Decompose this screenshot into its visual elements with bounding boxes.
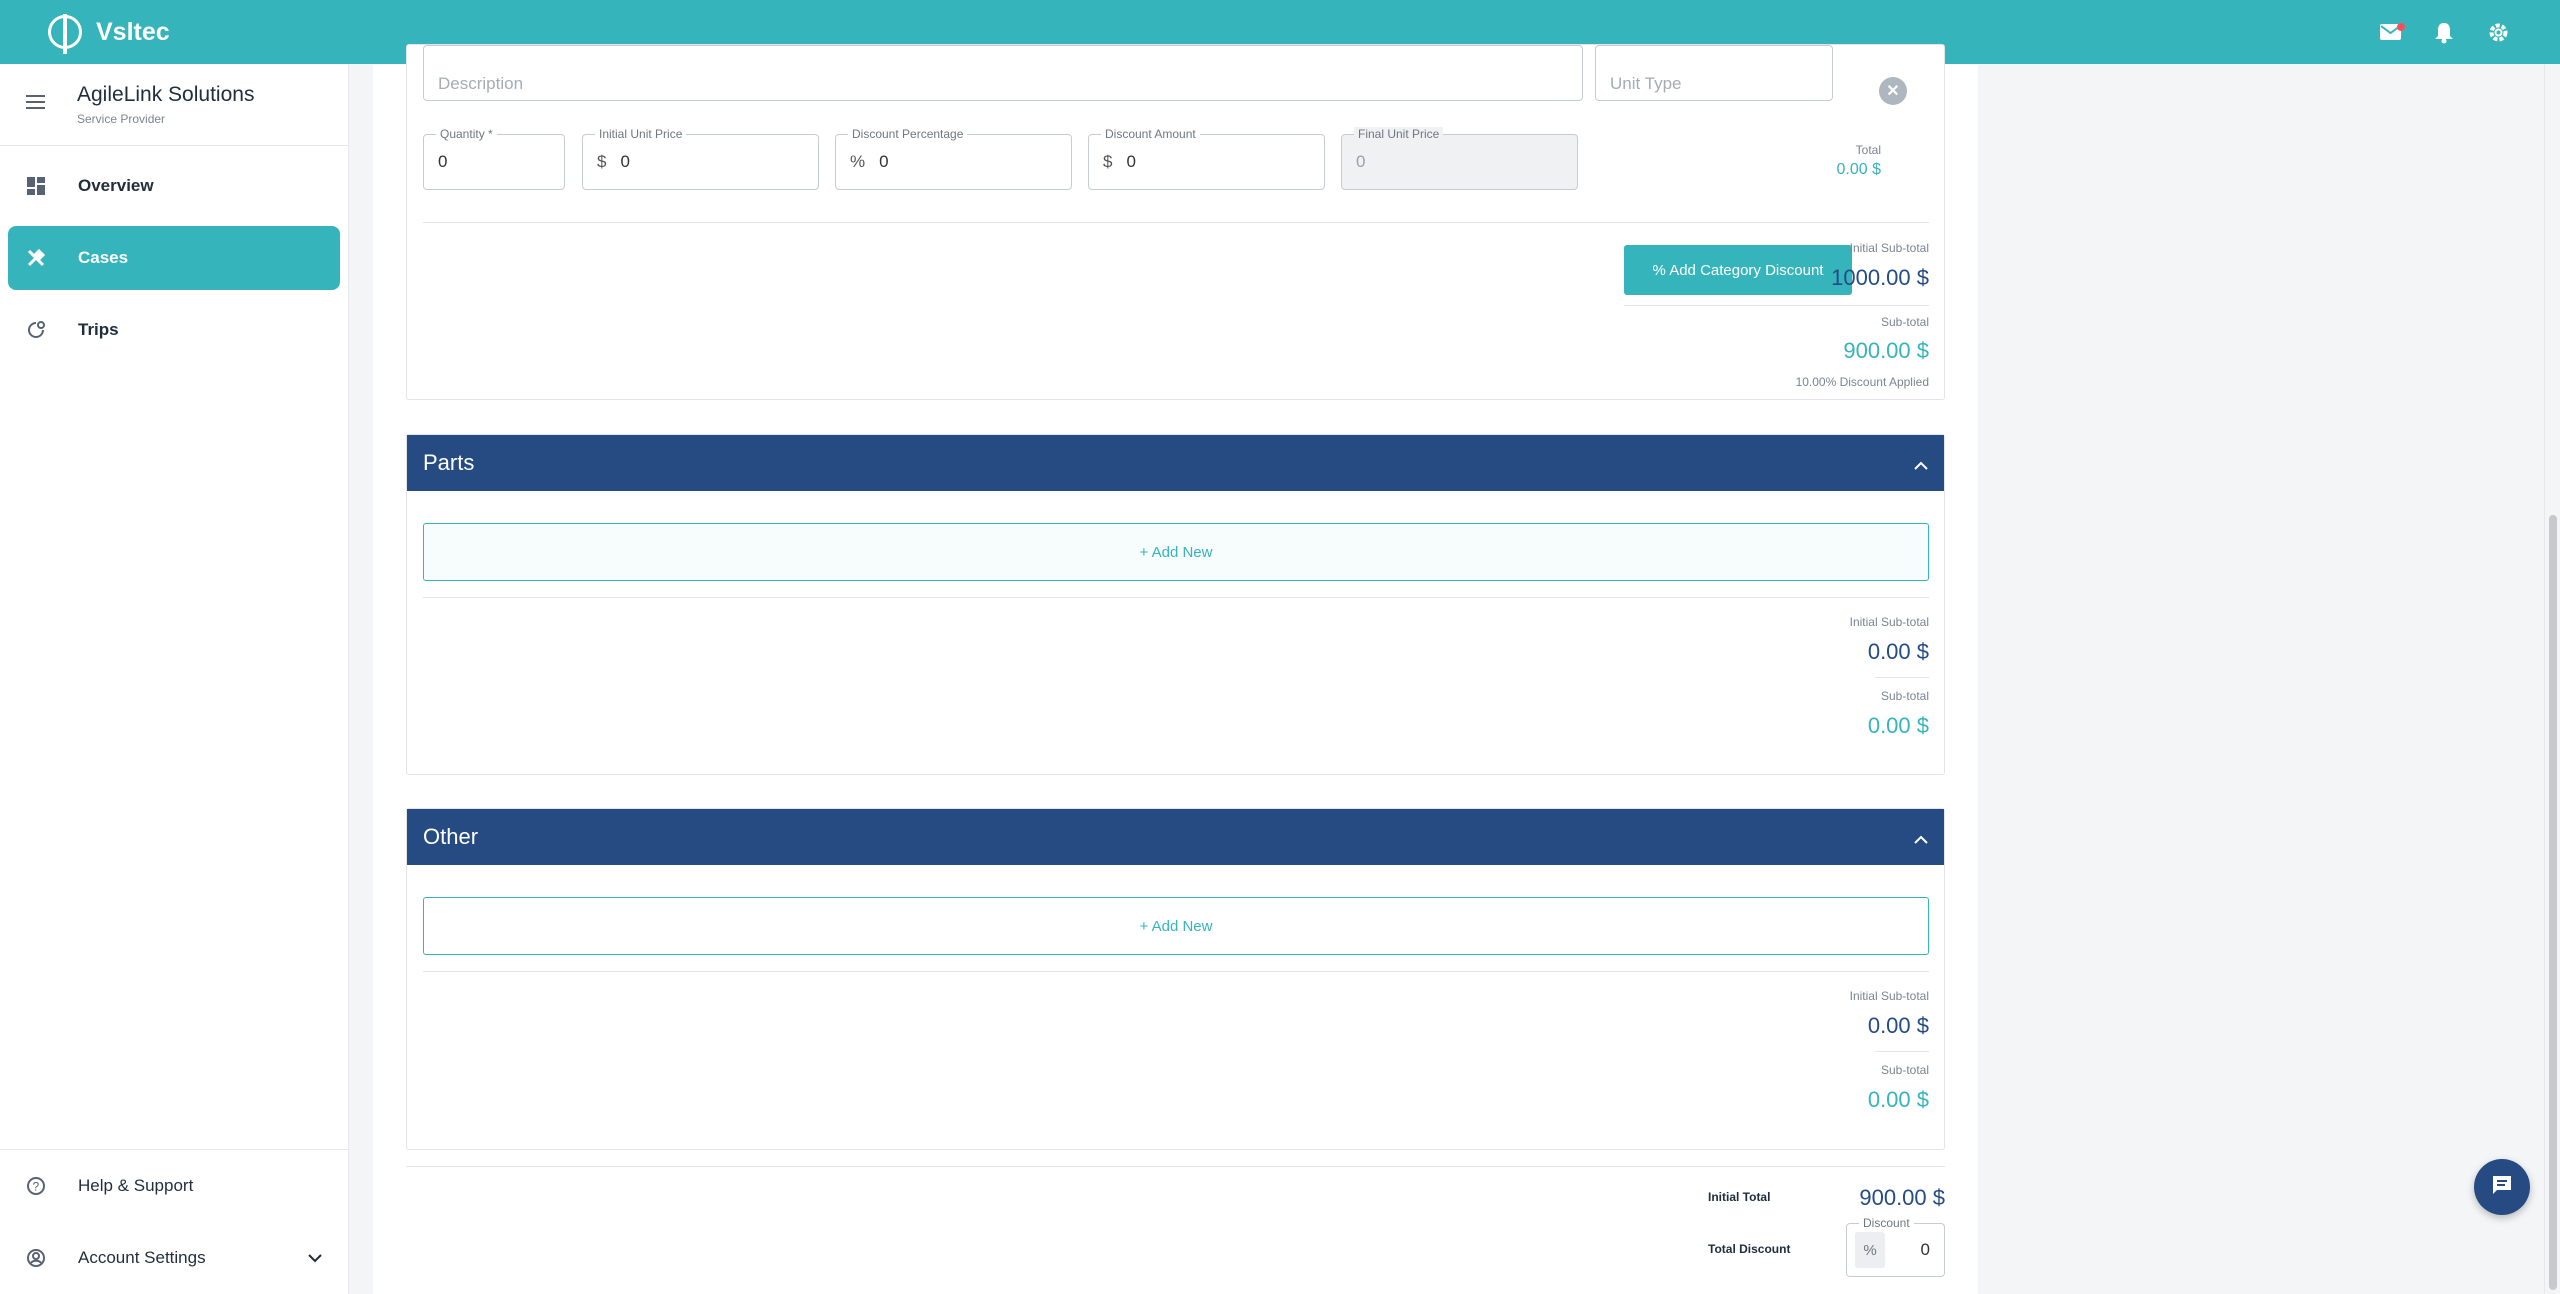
chat-button[interactable] — [2474, 1159, 2530, 1215]
other-subtotal-label: Sub-total — [1880, 1063, 1929, 1077]
remove-line-item-button[interactable]: ✕ — [1879, 77, 1907, 105]
brand-name: Vsltec — [96, 17, 170, 46]
gear-icon[interactable] — [2484, 18, 2512, 46]
subtotal-label: Sub-total — [1880, 315, 1929, 329]
other-category-card: Other + Add New Initial Sub-total 0.00 $… — [406, 808, 1945, 1150]
logo-icon — [48, 14, 82, 54]
parts-category-card: Parts + Add New Initial Sub-total 0.00 $… — [406, 434, 1945, 775]
main-nav: Overview Cases Trips — [0, 154, 348, 362]
discount-field-label: Discount — [1859, 1216, 1914, 1230]
sidebar-item-label: Cases — [78, 248, 129, 267]
initial-subtotal-label: Initial Sub-total — [1849, 241, 1929, 255]
chat-icon — [2491, 1174, 2513, 1201]
final-unit-price-field: Final Unit Price 0 — [1341, 127, 1578, 190]
dollar-prefix: $ — [1103, 152, 1113, 171]
discount-amount-label: Discount Amount — [1101, 127, 1200, 141]
other-add-new-button[interactable]: + Add New — [423, 897, 1929, 955]
parts-header[interactable]: Parts — [407, 435, 1944, 491]
divider — [1875, 677, 1929, 678]
divider — [423, 597, 1929, 598]
quantity-label: Quantity * — [436, 127, 497, 141]
description-placeholder: Description — [438, 74, 524, 93]
sidebar-item-label: Overview — [78, 176, 154, 195]
unread-indicator — [2397, 23, 2405, 31]
final-unit-price-value: 0 — [1356, 152, 1366, 171]
company-header: AgileLink Solutions Service Provider — [0, 64, 348, 146]
parts-initial-subtotal-value: 0.00 $ — [1867, 639, 1929, 664]
parts-initial-subtotal-label: Initial Sub-total — [1849, 615, 1929, 629]
line-total-label: Total — [1855, 143, 1881, 157]
other-header[interactable]: Other — [407, 809, 1944, 865]
help-support-link[interactable]: ? Help & Support — [0, 1150, 348, 1222]
help-support-label: Help & Support — [78, 1176, 194, 1195]
sidebar: AgileLink Solutions Service Provider Ove… — [0, 64, 349, 1294]
chevron-up-icon[interactable] — [1914, 450, 1928, 476]
total-discount-field[interactable]: Discount % 0 — [1846, 1216, 1945, 1277]
route-icon — [26, 320, 46, 340]
svg-text:?: ? — [33, 1180, 40, 1194]
app-logo[interactable]: Vsltec — [48, 14, 170, 54]
sidebar-item-overview[interactable]: Overview — [8, 154, 340, 218]
chevron-down-icon — [308, 1248, 322, 1268]
other-subtotal-value: 0.00 $ — [1867, 1087, 1929, 1112]
discount-percentage-label: Discount Percentage — [848, 127, 968, 141]
quantity-field[interactable]: Quantity * 0 — [423, 127, 565, 190]
discount-applied-note: 10.00% Discount Applied — [1795, 375, 1929, 389]
tools-icon — [26, 248, 46, 268]
final-unit-price-label: Final Unit Price — [1354, 127, 1444, 141]
mail-icon[interactable] — [2376, 18, 2405, 46]
sidebar-item-cases[interactable]: Cases — [8, 226, 340, 290]
sidebar-item-label: Trips — [78, 320, 119, 339]
discount-percentage-value: 0 — [879, 152, 889, 171]
description-field[interactable]: Description — [423, 45, 1583, 101]
account-settings-label: Account Settings — [78, 1248, 206, 1267]
initial-total-value: 900.00 $ — [1859, 1185, 1945, 1210]
account-icon — [26, 1248, 46, 1268]
menu-icon[interactable] — [26, 94, 45, 115]
parts-title: Parts — [423, 450, 475, 475]
discount-amount-value: 0 — [1126, 152, 1136, 171]
other-title: Other — [423, 824, 479, 849]
quantity-value: 0 — [438, 152, 448, 171]
initial-subtotal-value: 1000.00 $ — [1831, 265, 1929, 290]
company-name: AgileLink Solutions — [77, 83, 255, 106]
percent-prefix: % — [850, 152, 866, 171]
parts-subtotal-label: Sub-total — [1880, 689, 1929, 703]
help-icon: ? — [26, 1176, 46, 1196]
subtotal-value: 900.00 $ — [1843, 338, 1929, 363]
close-icon: ✕ — [1886, 83, 1900, 100]
discount-amount-field[interactable]: Discount Amount $ 0 — [1088, 127, 1325, 190]
discount-value: 0 — [1920, 1240, 1930, 1259]
initial-unit-price-field[interactable]: Initial Unit Price $ 0 — [582, 127, 819, 190]
sidebar-item-trips[interactable]: Trips — [8, 298, 340, 362]
dollar-prefix: $ — [597, 152, 607, 171]
main-content: Description Unit Type ✕ Quantity * 0 Ini… — [373, 44, 1978, 1294]
parts-add-new-button[interactable]: + Add New — [423, 523, 1929, 581]
other-initial-subtotal-label: Initial Sub-total — [1849, 989, 1929, 1003]
other-initial-subtotal-value: 0.00 $ — [1867, 1013, 1929, 1038]
discount-percentage-field[interactable]: Discount Percentage % 0 — [835, 127, 1072, 190]
bell-icon[interactable] — [2430, 18, 2458, 46]
unit-type-field[interactable]: Unit Type — [1595, 45, 1833, 101]
labor-category-card: Description Unit Type ✕ Quantity * 0 Ini… — [406, 44, 1945, 400]
chevron-up-icon[interactable] — [1914, 824, 1928, 850]
total-discount-label: Total Discount — [1708, 1242, 1791, 1256]
parts-subtotal-value: 0.00 $ — [1867, 713, 1929, 738]
divider — [423, 971, 1929, 972]
percent-prefix: % — [1855, 1232, 1885, 1268]
divider — [406, 1166, 1945, 1167]
divider — [1624, 305, 1929, 306]
initial-unit-price-label: Initial Unit Price — [595, 127, 687, 141]
line-total-value: 0.00 $ — [1836, 161, 1881, 178]
dashboard-icon — [26, 176, 46, 196]
unit-type-placeholder: Unit Type — [1610, 74, 1682, 93]
divider — [423, 222, 1929, 223]
scrollbar-thumb[interactable] — [2549, 515, 2557, 1290]
initial-unit-price-value: 0 — [620, 152, 630, 171]
divider — [1875, 1051, 1929, 1052]
account-settings-toggle[interactable]: Account Settings — [0, 1222, 348, 1294]
company-role: Service Provider — [77, 112, 166, 126]
